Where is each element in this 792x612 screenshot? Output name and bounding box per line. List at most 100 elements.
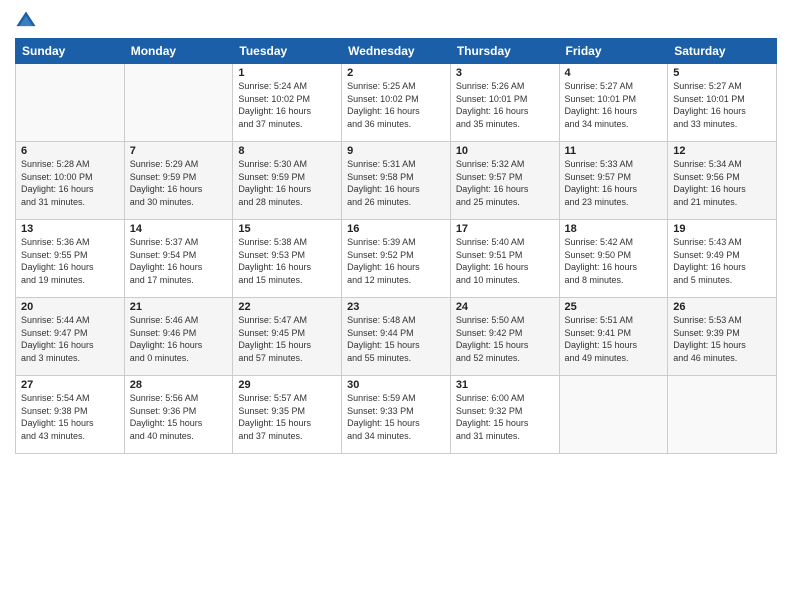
header [15,10,777,32]
day-info: Sunrise: 5:54 AM Sunset: 9:38 PM Dayligh… [21,392,119,442]
week-row-3: 13Sunrise: 5:36 AM Sunset: 9:55 PM Dayli… [16,220,777,298]
day-number: 9 [347,145,445,157]
day-cell: 14Sunrise: 5:37 AM Sunset: 9:54 PM Dayli… [124,220,233,298]
day-cell: 16Sunrise: 5:39 AM Sunset: 9:52 PM Dayli… [342,220,451,298]
day-info: Sunrise: 5:38 AM Sunset: 9:53 PM Dayligh… [238,236,336,286]
day-info: Sunrise: 5:53 AM Sunset: 9:39 PM Dayligh… [673,314,771,364]
day-number: 15 [238,223,336,235]
day-number: 14 [130,223,228,235]
day-cell: 19Sunrise: 5:43 AM Sunset: 9:49 PM Dayli… [668,220,777,298]
day-number: 2 [347,67,445,79]
day-number: 18 [565,223,663,235]
day-info: Sunrise: 5:29 AM Sunset: 9:59 PM Dayligh… [130,158,228,208]
day-cell: 17Sunrise: 5:40 AM Sunset: 9:51 PM Dayli… [450,220,559,298]
day-number: 28 [130,379,228,391]
day-cell: 9Sunrise: 5:31 AM Sunset: 9:58 PM Daylig… [342,142,451,220]
day-cell [16,64,125,142]
weekday-header-wednesday: Wednesday [342,39,451,64]
day-number: 21 [130,301,228,313]
day-number: 23 [347,301,445,313]
weekday-header-monday: Monday [124,39,233,64]
day-cell: 10Sunrise: 5:32 AM Sunset: 9:57 PM Dayli… [450,142,559,220]
day-number: 31 [456,379,554,391]
week-row-1: 1Sunrise: 5:24 AM Sunset: 10:02 PM Dayli… [16,64,777,142]
day-info: Sunrise: 5:27 AM Sunset: 10:01 PM Daylig… [565,80,663,130]
day-info: Sunrise: 5:25 AM Sunset: 10:02 PM Daylig… [347,80,445,130]
day-cell: 20Sunrise: 5:44 AM Sunset: 9:47 PM Dayli… [16,298,125,376]
day-cell: 5Sunrise: 5:27 AM Sunset: 10:01 PM Dayli… [668,64,777,142]
day-info: Sunrise: 5:42 AM Sunset: 9:50 PM Dayligh… [565,236,663,286]
day-info: Sunrise: 5:57 AM Sunset: 9:35 PM Dayligh… [238,392,336,442]
day-info: Sunrise: 5:59 AM Sunset: 9:33 PM Dayligh… [347,392,445,442]
logo [15,10,41,32]
day-info: Sunrise: 5:27 AM Sunset: 10:01 PM Daylig… [673,80,771,130]
day-number: 17 [456,223,554,235]
day-info: Sunrise: 5:46 AM Sunset: 9:46 PM Dayligh… [130,314,228,364]
logo-icon [15,10,37,32]
day-cell: 30Sunrise: 5:59 AM Sunset: 9:33 PM Dayli… [342,376,451,454]
week-row-4: 20Sunrise: 5:44 AM Sunset: 9:47 PM Dayli… [16,298,777,376]
day-cell [559,376,668,454]
day-number: 19 [673,223,771,235]
day-cell: 24Sunrise: 5:50 AM Sunset: 9:42 PM Dayli… [450,298,559,376]
day-cell: 26Sunrise: 5:53 AM Sunset: 9:39 PM Dayli… [668,298,777,376]
day-info: Sunrise: 5:39 AM Sunset: 9:52 PM Dayligh… [347,236,445,286]
week-row-2: 6Sunrise: 5:28 AM Sunset: 10:00 PM Dayli… [16,142,777,220]
day-number: 27 [21,379,119,391]
day-number: 12 [673,145,771,157]
day-info: Sunrise: 5:33 AM Sunset: 9:57 PM Dayligh… [565,158,663,208]
day-number: 5 [673,67,771,79]
day-info: Sunrise: 5:24 AM Sunset: 10:02 PM Daylig… [238,80,336,130]
weekday-header-sunday: Sunday [16,39,125,64]
weekday-header-friday: Friday [559,39,668,64]
day-info: Sunrise: 6:00 AM Sunset: 9:32 PM Dayligh… [456,392,554,442]
day-cell: 6Sunrise: 5:28 AM Sunset: 10:00 PM Dayli… [16,142,125,220]
day-cell: 21Sunrise: 5:46 AM Sunset: 9:46 PM Dayli… [124,298,233,376]
day-number: 1 [238,67,336,79]
day-number: 11 [565,145,663,157]
day-info: Sunrise: 5:47 AM Sunset: 9:45 PM Dayligh… [238,314,336,364]
day-cell: 27Sunrise: 5:54 AM Sunset: 9:38 PM Dayli… [16,376,125,454]
day-number: 8 [238,145,336,157]
day-number: 13 [21,223,119,235]
page: SundayMondayTuesdayWednesdayThursdayFrid… [0,0,792,612]
day-number: 24 [456,301,554,313]
day-info: Sunrise: 5:34 AM Sunset: 9:56 PM Dayligh… [673,158,771,208]
day-cell: 2Sunrise: 5:25 AM Sunset: 10:02 PM Dayli… [342,64,451,142]
day-cell: 11Sunrise: 5:33 AM Sunset: 9:57 PM Dayli… [559,142,668,220]
day-info: Sunrise: 5:43 AM Sunset: 9:49 PM Dayligh… [673,236,771,286]
day-number: 30 [347,379,445,391]
day-cell: 15Sunrise: 5:38 AM Sunset: 9:53 PM Dayli… [233,220,342,298]
day-info: Sunrise: 5:30 AM Sunset: 9:59 PM Dayligh… [238,158,336,208]
day-info: Sunrise: 5:32 AM Sunset: 9:57 PM Dayligh… [456,158,554,208]
day-info: Sunrise: 5:50 AM Sunset: 9:42 PM Dayligh… [456,314,554,364]
day-cell: 31Sunrise: 6:00 AM Sunset: 9:32 PM Dayli… [450,376,559,454]
day-cell: 12Sunrise: 5:34 AM Sunset: 9:56 PM Dayli… [668,142,777,220]
day-cell: 4Sunrise: 5:27 AM Sunset: 10:01 PM Dayli… [559,64,668,142]
day-cell: 18Sunrise: 5:42 AM Sunset: 9:50 PM Dayli… [559,220,668,298]
day-cell: 8Sunrise: 5:30 AM Sunset: 9:59 PM Daylig… [233,142,342,220]
calendar: SundayMondayTuesdayWednesdayThursdayFrid… [15,38,777,454]
week-row-5: 27Sunrise: 5:54 AM Sunset: 9:38 PM Dayli… [16,376,777,454]
day-info: Sunrise: 5:28 AM Sunset: 10:00 PM Daylig… [21,158,119,208]
day-cell [124,64,233,142]
day-info: Sunrise: 5:56 AM Sunset: 9:36 PM Dayligh… [130,392,228,442]
weekday-header-tuesday: Tuesday [233,39,342,64]
day-number: 6 [21,145,119,157]
day-info: Sunrise: 5:44 AM Sunset: 9:47 PM Dayligh… [21,314,119,364]
day-number: 10 [456,145,554,157]
day-number: 29 [238,379,336,391]
day-cell [668,376,777,454]
day-cell: 29Sunrise: 5:57 AM Sunset: 9:35 PM Dayli… [233,376,342,454]
day-number: 20 [21,301,119,313]
day-number: 7 [130,145,228,157]
day-number: 16 [347,223,445,235]
day-cell: 3Sunrise: 5:26 AM Sunset: 10:01 PM Dayli… [450,64,559,142]
weekday-header-thursday: Thursday [450,39,559,64]
day-info: Sunrise: 5:36 AM Sunset: 9:55 PM Dayligh… [21,236,119,286]
day-info: Sunrise: 5:31 AM Sunset: 9:58 PM Dayligh… [347,158,445,208]
day-cell: 22Sunrise: 5:47 AM Sunset: 9:45 PM Dayli… [233,298,342,376]
day-cell: 25Sunrise: 5:51 AM Sunset: 9:41 PM Dayli… [559,298,668,376]
day-number: 25 [565,301,663,313]
day-cell: 1Sunrise: 5:24 AM Sunset: 10:02 PM Dayli… [233,64,342,142]
